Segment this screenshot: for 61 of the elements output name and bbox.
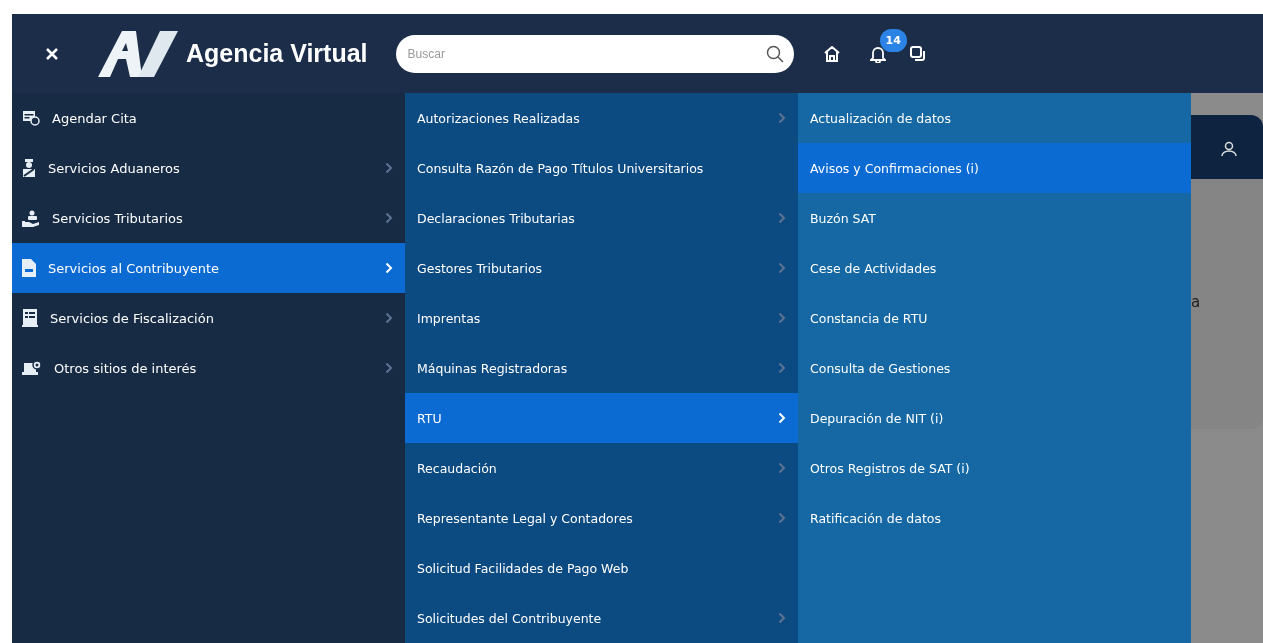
chevron-icon	[778, 312, 786, 324]
hand-coin-icon	[22, 209, 40, 227]
user-icon	[1221, 141, 1237, 157]
submenu-item[interactable]: RTU	[405, 393, 798, 443]
menu-item[interactable]: Otros sitios de interés	[12, 343, 405, 393]
submenu-item[interactable]: Cese de Actividades	[798, 243, 1191, 293]
chevron-icon	[778, 412, 786, 424]
windows-button[interactable]	[909, 45, 926, 62]
card-header	[1191, 115, 1263, 179]
submenu-item[interactable]: Autorizaciones Realizadas	[405, 93, 798, 143]
submenu-item[interactable]: Buzón SAT	[798, 193, 1191, 243]
chevron-icon	[778, 212, 786, 224]
submenu-item[interactable]: Solicitud Facilidades de Pago Web	[405, 543, 798, 593]
chevron-icon	[778, 462, 786, 474]
submenu-item[interactable]: Máquinas Registradoras	[405, 343, 798, 393]
submenu-item[interactable]: Imprentas	[405, 293, 798, 343]
submenu-item[interactable]: Representante Legal y Contadores	[405, 493, 798, 543]
chevron-icon	[778, 512, 786, 524]
search-field[interactable]: Buscar	[395, 34, 794, 73]
chevron-icon	[385, 312, 393, 324]
search-icon	[765, 44, 784, 63]
chevron-icon	[778, 612, 786, 624]
menu-item[interactable]: Servicios al Contribuyente	[12, 243, 405, 293]
submenu-item[interactable]: Depuración de NIT (i)	[798, 393, 1191, 443]
submenu-item[interactable]: Consulta de Gestiones	[798, 343, 1191, 393]
submenu-item[interactable]: Otros Registros de SAT (i)	[798, 443, 1191, 493]
notification-badge: 14	[879, 28, 907, 52]
menu-item[interactable]: Agendar Cita	[12, 93, 405, 143]
chevron-icon	[385, 162, 393, 174]
chevron-icon	[778, 262, 786, 274]
chevron-icon	[778, 112, 786, 124]
submenu-item[interactable]: Constancia de RTU	[798, 293, 1191, 343]
notifications-button[interactable]	[869, 44, 886, 63]
brand-title: Agencia Virtual	[186, 39, 368, 68]
chevron-icon	[385, 212, 393, 224]
laptop-pin-icon	[22, 360, 42, 376]
copy-icon	[909, 45, 926, 62]
submenu-item[interactable]: Actualización de datos	[798, 93, 1191, 143]
list-document-icon	[22, 309, 38, 327]
chevron-icon	[385, 362, 393, 374]
submenu-item[interactable]: Recaudación	[405, 443, 798, 493]
chevron-icon	[778, 362, 786, 374]
bell-icon	[869, 44, 886, 63]
logo-icon	[98, 28, 180, 79]
menu-item[interactable]: Servicios de Fiscalización	[12, 293, 405, 343]
submenu-item[interactable]: Ratificación de datos	[798, 493, 1191, 543]
submenu-item[interactable]: Solicitudes del Contribuyente	[405, 593, 798, 643]
submenu-item[interactable]: Gestores Tributarios	[405, 243, 798, 293]
menu-item[interactable]: Servicios Aduaneros	[12, 143, 405, 193]
submenu-item[interactable]: Declaraciones Tributarias	[405, 193, 798, 243]
home-icon	[823, 45, 840, 62]
document-icon	[22, 259, 36, 277]
close-icon	[45, 46, 59, 61]
chevron-icon	[385, 262, 393, 274]
submenu-item[interactable]: Avisos y Confirmaciones (i)	[798, 143, 1191, 193]
calendar-clock-icon	[22, 110, 40, 126]
customs-officer-icon	[22, 159, 36, 177]
home-button[interactable]	[823, 45, 840, 62]
menu-item[interactable]: Servicios Tributarios	[12, 193, 405, 243]
background-text: a	[1191, 293, 1201, 311]
submenu-item[interactable]: Consulta Razón de Pago Títulos Universitarios	[405, 143, 798, 193]
